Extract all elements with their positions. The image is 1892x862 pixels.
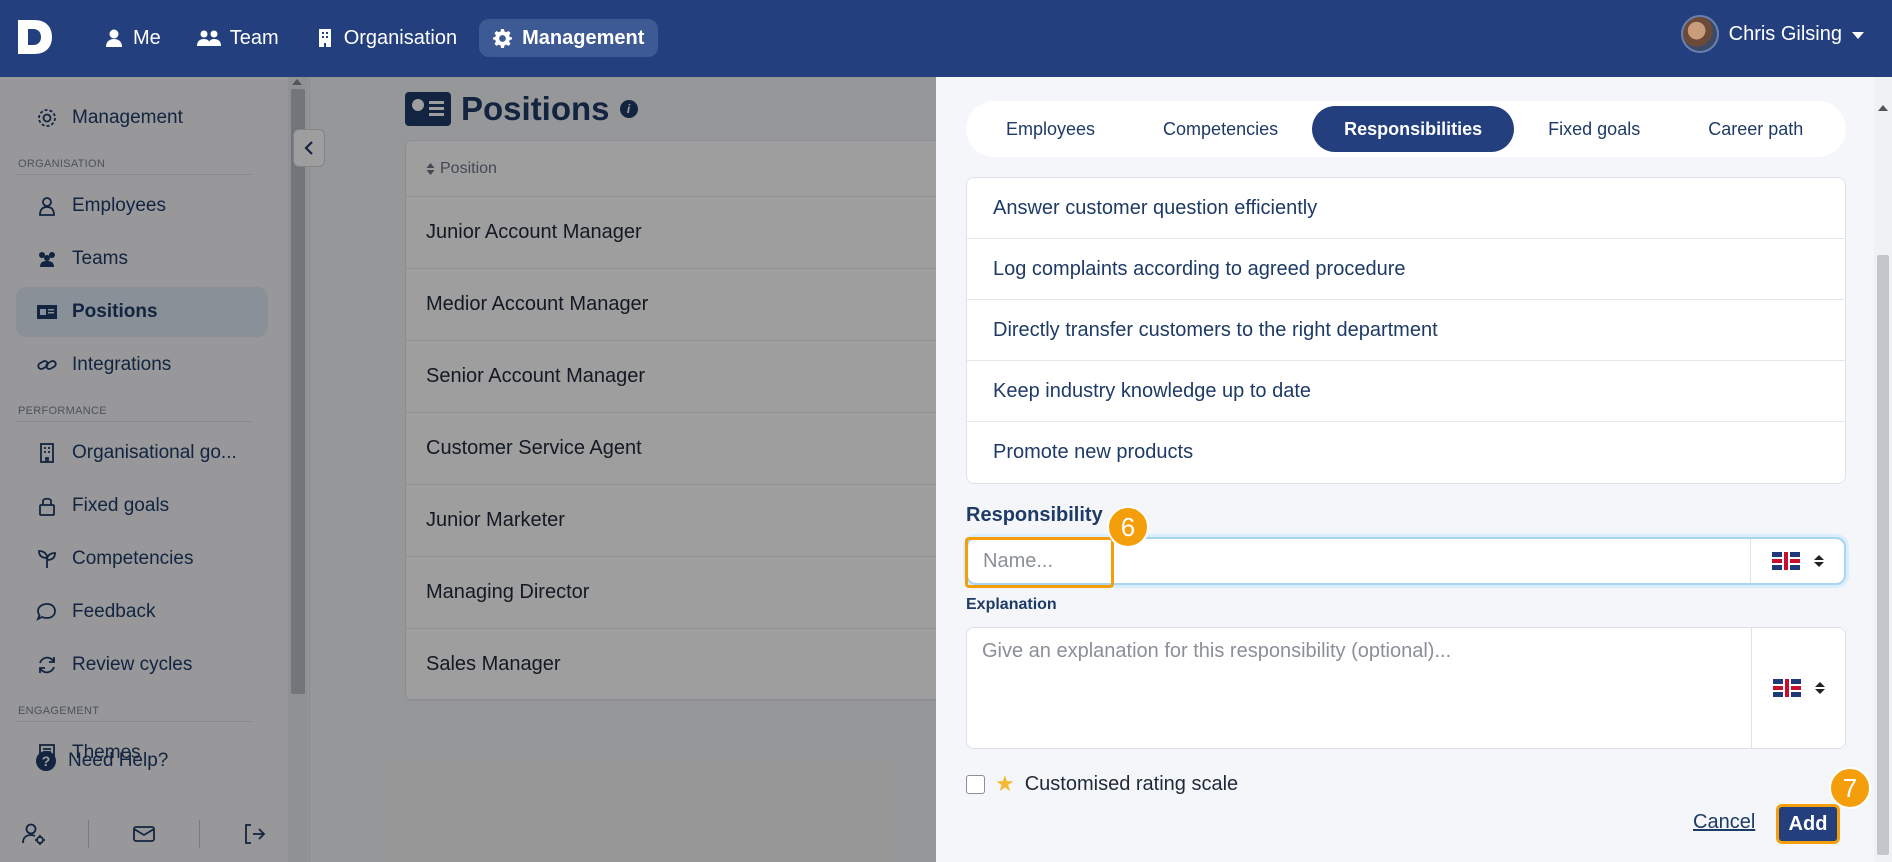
nav-management-label: Management	[522, 26, 645, 49]
highlight-box	[965, 537, 1114, 588]
explanation-textarea[interactable]	[967, 628, 1751, 748]
add-button[interactable]: Add	[1776, 804, 1840, 844]
user-icon	[106, 29, 122, 47]
app-logo[interactable]	[14, 16, 56, 58]
responsibilities-list: Answer customer question efficiently Log…	[966, 177, 1846, 484]
step-marker: 7	[1829, 767, 1871, 809]
nav-organisation-label: Organisation	[343, 26, 458, 49]
sort-arrows-icon	[1813, 555, 1824, 567]
drawer-scroll-thumb[interactable]	[1877, 255, 1889, 855]
nav-me[interactable]: Me	[90, 19, 175, 57]
user-name: Chris Gilsing	[1728, 22, 1842, 45]
tab-responsibilities[interactable]: Responsibilities	[1312, 106, 1515, 152]
building-icon	[318, 29, 331, 47]
star-icon: ★	[995, 771, 1015, 796]
modal-backdrop[interactable]	[0, 77, 936, 862]
gear-icon	[493, 28, 513, 48]
language-select[interactable]	[1751, 628, 1845, 748]
responsibility-label: Responsibility	[966, 504, 1103, 526]
drawer-tabs: Employees Competencies Responsibilities …	[966, 101, 1846, 157]
tab-employees[interactable]: Employees	[972, 106, 1129, 152]
customised-rating-row: ★ Customised rating scale	[966, 771, 1238, 797]
customised-rating-checkbox[interactable]	[966, 774, 985, 794]
user-menu[interactable]: Chris Gilsing	[1680, 15, 1864, 53]
list-item[interactable]: Keep industry knowledge up to date	[967, 361, 1845, 422]
tab-career-path[interactable]: Career path	[1674, 106, 1837, 152]
language-select[interactable]	[1750, 539, 1844, 583]
tab-competencies[interactable]: Competencies	[1129, 106, 1312, 152]
nav-team-label: Team	[229, 26, 279, 49]
main-nav: Me Team Organisation Management	[90, 19, 659, 57]
list-item[interactable]: Answer customer question efficiently	[967, 178, 1845, 239]
users-icon	[196, 30, 221, 46]
nav-management[interactable]: Management	[479, 19, 659, 57]
tab-fixed-goals[interactable]: Fixed goals	[1514, 106, 1674, 152]
list-item[interactable]: Promote new products	[967, 422, 1845, 483]
nav-organisation[interactable]: Organisation	[301, 19, 471, 57]
list-item[interactable]: Log complaints according to agreed proce…	[967, 239, 1845, 300]
customised-rating-label: Customised rating scale	[1024, 772, 1239, 795]
explanation-field	[966, 627, 1846, 749]
nav-me-label: Me	[133, 26, 161, 49]
uk-flag-icon	[1772, 679, 1801, 697]
step-marker: 6	[1107, 506, 1149, 548]
caret-down-icon	[1852, 32, 1864, 39]
top-navbar: Me Team Organisation Management Chris Gi…	[0, 0, 1892, 77]
scroll-up-icon[interactable]	[1878, 105, 1888, 111]
list-item[interactable]: Directly transfer customers to the right…	[967, 300, 1845, 361]
sort-arrows-icon	[1814, 682, 1825, 694]
explanation-label: Explanation	[966, 596, 1057, 613]
avatar	[1680, 15, 1719, 53]
cancel-button[interactable]: Cancel	[1693, 811, 1755, 834]
position-drawer: Employees Competencies Responsibilities …	[936, 77, 1892, 862]
nav-team[interactable]: Team	[183, 19, 293, 57]
uk-flag-icon	[1771, 552, 1800, 570]
